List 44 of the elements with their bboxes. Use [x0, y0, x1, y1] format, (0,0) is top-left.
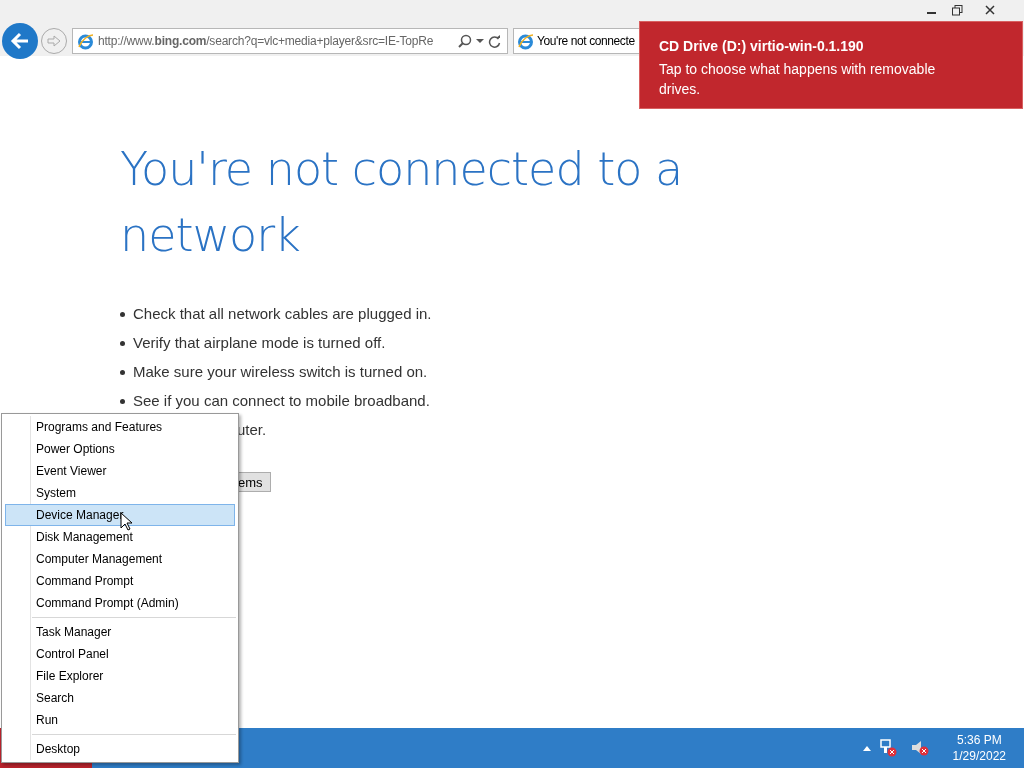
bullet-icon — [120, 311, 125, 317]
back-arrow-icon — [10, 32, 30, 50]
error-heading: You're not connected to a network — [120, 141, 684, 264]
bullet-text: See if you can connect to mobile broadband. — [133, 391, 430, 411]
browser-logo-icon — [517, 32, 534, 50]
notification-message: Tap to choose what happens with removable drives. — [659, 60, 937, 99]
menu-item[interactable]: Programs and Features — [5, 416, 235, 438]
back-button[interactable] — [2, 23, 38, 59]
bullet-text: Verify that airplane mode is turned off. — [133, 333, 386, 353]
diagnose-button[interactable]: ems — [237, 472, 271, 492]
menu-item[interactable]: Computer Management — [5, 548, 235, 570]
menu-item[interactable]: Task Manager — [5, 621, 235, 643]
bullet-text: Check that all network cables are plugged in. — [133, 304, 432, 324]
forward-arrow-icon — [47, 35, 61, 47]
menu-item[interactable]: System — [5, 482, 235, 504]
search-icon[interactable] — [458, 34, 472, 48]
refresh-icon[interactable] — [488, 34, 501, 48]
notification-toast[interactable]: CD Drive (D:) virtio-win-0.1.190 Tap to choose what happens with removable drives. — [639, 21, 1023, 109]
menu-item[interactable]: Command Prompt (Admin) — [5, 592, 235, 614]
menu-item[interactable]: Desktop — [5, 738, 235, 760]
clock-date[interactable]: 1/29/2022 — [952, 748, 1006, 764]
show-hidden-icons-icon[interactable] — [862, 745, 871, 751]
bullet-icon — [120, 369, 125, 375]
bullet-text: Make sure your wireless switch is turned on. — [133, 362, 428, 382]
menu-item[interactable]: Device Manager — [5, 504, 235, 526]
bullet-icon — [120, 398, 125, 404]
address-bar[interactable]: http://www.bing.com/search?q=vlc+media+player&src=IE-TopRe — [72, 28, 508, 54]
menu-item[interactable]: Search — [5, 687, 235, 709]
menu-item[interactable]: Disk Management — [5, 526, 235, 548]
bullet-icon — [120, 340, 125, 346]
menu-item[interactable]: Control Panel — [5, 643, 235, 665]
dropdown-icon[interactable] — [476, 38, 484, 44]
menu-item[interactable]: Command Prompt — [5, 570, 235, 592]
menu-item[interactable]: Power Options — [5, 438, 235, 460]
network-error-icon[interactable] — [878, 739, 897, 757]
volume-muted-icon[interactable] — [910, 739, 929, 757]
menu-item[interactable]: Run — [5, 709, 235, 731]
notification-title: CD Drive (D:) virtio-win-0.1.190 — [659, 37, 865, 56]
address-text: http://www.bing.com/search?q=vlc+media+player&src=IE-TopRe — [98, 33, 435, 50]
clock-time[interactable]: 5:36 PM — [956, 732, 1002, 748]
browser-logo-icon — [77, 32, 94, 50]
menu-item[interactable]: File Explorer — [5, 665, 235, 687]
menu-item[interactable]: Event Viewer — [5, 460, 235, 482]
tab-title: You're not connecte — [537, 33, 635, 50]
